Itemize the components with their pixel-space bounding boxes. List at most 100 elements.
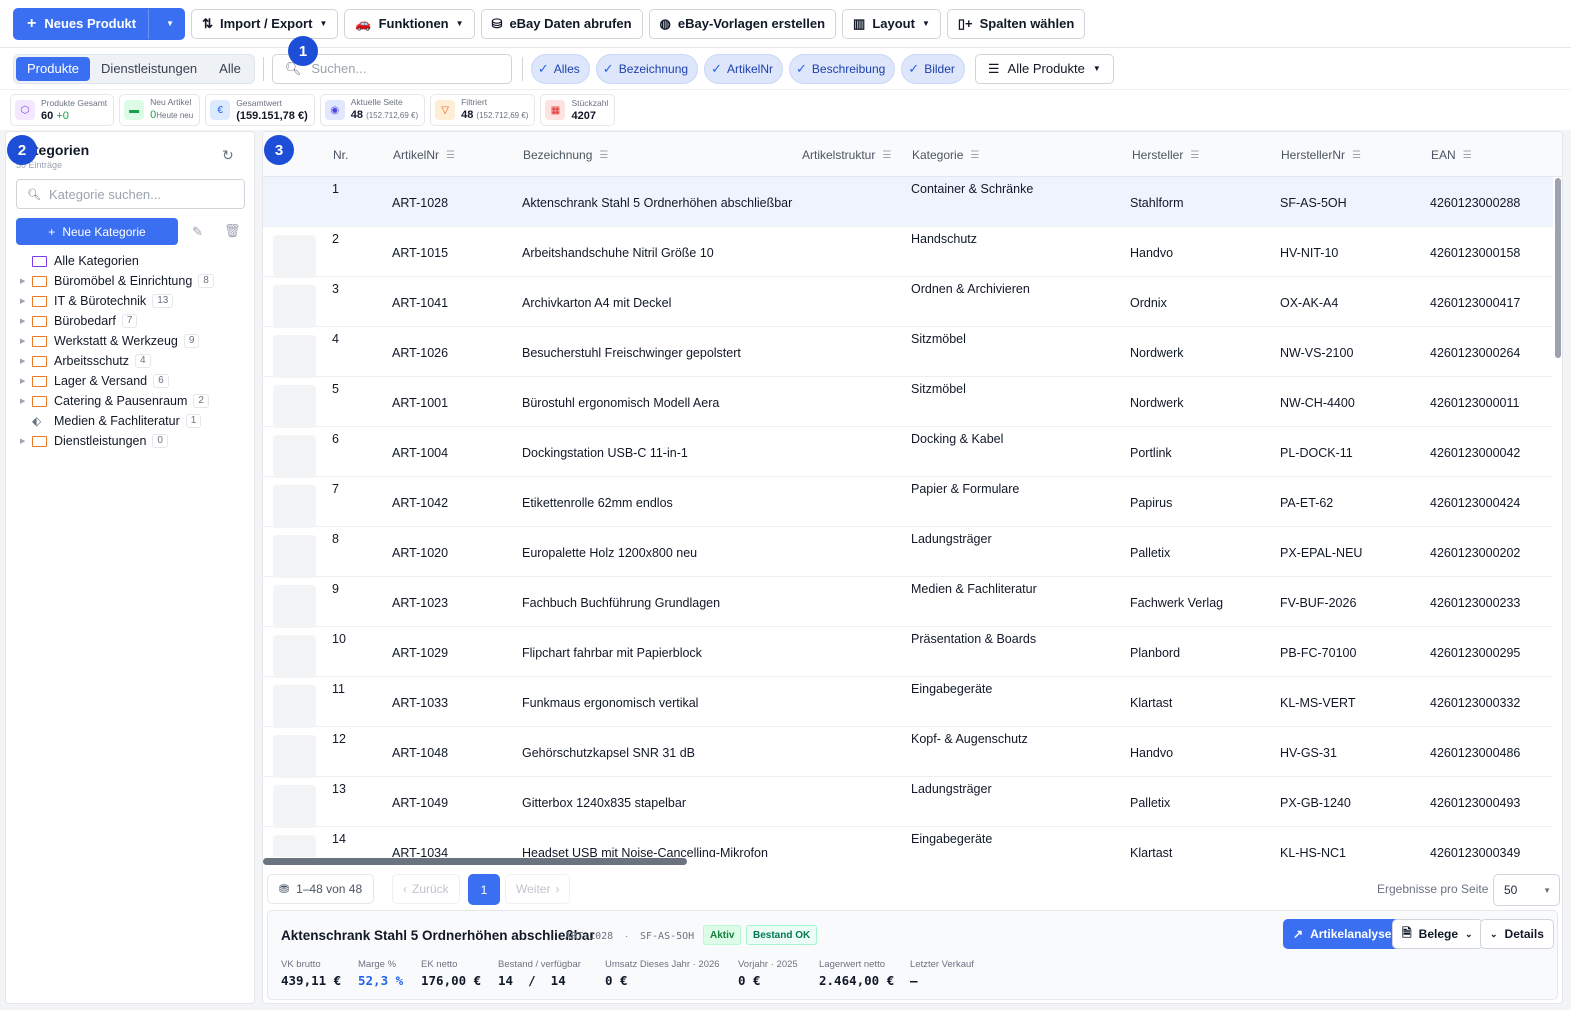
- category-item[interactable]: ▶ Arbeitsschutz 4: [20, 351, 250, 371]
- column-header-artikelnr[interactable]: ArtikelNr ☰: [393, 148, 455, 162]
- trash-icon[interactable]: 🗑︎: [224, 223, 241, 239]
- new-product-dropdown[interactable]: ▼: [156, 9, 184, 39]
- chip-beschreibung[interactable]: ✓ Beschreibung: [789, 53, 896, 84]
- category-item[interactable]: ▶ Büromöbel & Einrichtung 8: [20, 271, 250, 291]
- cell-kategorie: Ladungsträger: [911, 532, 992, 546]
- chevron-right-icon[interactable]: ▶: [20, 377, 32, 385]
- column-header-artikelstruktur[interactable]: Artikelstruktur ☰: [802, 148, 891, 162]
- category-item[interactable]: ▶ IT & Bürotechnik 13: [20, 291, 250, 311]
- horizontal-scrollbar[interactable]: [263, 858, 687, 865]
- filter-icon[interactable]: ☰: [882, 150, 891, 161]
- filter-icon[interactable]: ☰: [1190, 150, 1199, 161]
- product-thumbnail: [273, 235, 316, 278]
- chevron-right-icon[interactable]: ▶: [20, 297, 32, 305]
- category-all[interactable]: Alle Kategorien: [20, 251, 250, 271]
- per-page-select[interactable]: 50 ▼: [1493, 874, 1560, 906]
- stat-value: (159.151,78 €): [236, 109, 308, 122]
- cell-kategorie: Ladungsträger: [911, 782, 992, 796]
- check-icon: ✓: [711, 60, 722, 76]
- next-page-button[interactable]: Weiter ›: [505, 874, 571, 904]
- folder-icon: [32, 315, 47, 327]
- new-category-button[interactable]: + Neue Kategorie: [16, 218, 178, 245]
- chip-bilder[interactable]: ✓ Bilder: [901, 53, 965, 84]
- cell-bezeichnung: Bürostuhl ergonomisch Modell Aera: [522, 396, 720, 410]
- prev-page-button[interactable]: ‹ Zurück: [392, 874, 460, 904]
- dropdown-label: Alle Produkte: [1007, 61, 1085, 76]
- category-item[interactable]: ▶ Dienstleistungen 0: [20, 431, 250, 451]
- folder-icon: [32, 375, 47, 387]
- tab-produkte[interactable]: Produkte: [16, 56, 91, 81]
- details-button[interactable]: ⌄ Details: [1480, 919, 1554, 949]
- filter-icon[interactable]: ☰: [1352, 150, 1361, 161]
- tab-alle[interactable]: Alle: [208, 57, 252, 81]
- chevron-right-icon[interactable]: ▶: [20, 277, 32, 285]
- chevron-right-icon[interactable]: ▶: [20, 317, 32, 325]
- ebay-fetch-button[interactable]: ⛁ eBay Daten abrufen: [480, 8, 643, 39]
- column-header-kategorie[interactable]: Kategorie ☰: [912, 148, 979, 162]
- filter-icon[interactable]: ☰: [446, 150, 455, 161]
- table-row[interactable]: 8 ART-1020 Europalette Holz 1200x800 neu La…: [263, 527, 1553, 578]
- page-1-button[interactable]: 1: [468, 874, 500, 905]
- artikelanalyse-button[interactable]: ↗ Artikelanalyse: [1283, 919, 1402, 949]
- filter-icon[interactable]: ☰: [1463, 150, 1472, 161]
- chip-artikelnr[interactable]: ✓ ArtikelNr: [704, 53, 783, 84]
- column-header-herstellernr[interactable]: HerstellerNr ☰: [1281, 148, 1361, 162]
- table-row[interactable]: 2 ART-1015 Arbeitshandschuhe Nitril Größe …: [263, 227, 1553, 278]
- cell-herstellernr: SF-AS-5OH: [1280, 196, 1347, 210]
- category-label: Catering & Pausenraum: [54, 394, 188, 408]
- column-header-nr[interactable]: Nr.: [333, 148, 348, 162]
- table-row[interactable]: 10 ART-1029 Flipchart fahrbar mit Papierbl…: [263, 627, 1553, 678]
- chevron-right-icon[interactable]: ▶: [20, 337, 32, 345]
- belege-button[interactable]: 🗎 Belege ⌄: [1392, 919, 1483, 949]
- filter-icon[interactable]: ☰: [970, 150, 979, 161]
- category-search-input[interactable]: 🔍︎ Kategorie suchen...: [16, 179, 245, 209]
- car-icon: 🚗: [355, 15, 372, 31]
- layout-button[interactable]: ▥ Layout ▼: [842, 8, 941, 39]
- refresh-icon[interactable]: ↻: [222, 147, 234, 164]
- status-badge: Aktiv: [703, 925, 742, 945]
- table-row[interactable]: 9 ART-1023 Fachbuch Buchführung Grundlagen…: [263, 577, 1553, 628]
- tab-dienstleistungen[interactable]: Dienstleistungen: [90, 57, 208, 81]
- column-header-bezeichnung[interactable]: Bezeichnung ☰: [523, 148, 608, 162]
- vertical-scrollbar[interactable]: [1555, 178, 1561, 358]
- kpi-label: Umsatz Dieses Jahr · 2026: [605, 959, 720, 970]
- new-product-button[interactable]: + Neues Produkt ▼: [13, 7, 186, 40]
- table-row[interactable]: 4 ART-1026 Besucherstuhl Freischwinger gep…: [263, 327, 1553, 378]
- chevron-right-icon[interactable]: ▶: [20, 437, 32, 445]
- import-export-button[interactable]: ⇅ Import / Export ▼: [191, 8, 339, 39]
- column-header-hersteller[interactable]: Hersteller ☰: [1132, 148, 1199, 162]
- funktionen-button[interactable]: 🚗 Funktionen ▼: [344, 8, 475, 39]
- cell-nr: 1: [332, 182, 339, 196]
- category-item[interactable]: ▶ Lager & Versand 6: [20, 371, 250, 391]
- table-row[interactable]: 7 ART-1042 Etikettenrolle 62mm endlos Papie…: [263, 477, 1553, 528]
- chevron-right-icon[interactable]: ▶: [20, 397, 32, 405]
- product-filter-dropdown[interactable]: ☰ Alle Produkte ▼: [974, 53, 1114, 84]
- table-row[interactable]: 3 ART-1041 Archivkarton A4 mit Deckel Ordne…: [263, 277, 1553, 328]
- category-item[interactable]: ▶ Catering & Pausenraum 2: [20, 391, 250, 411]
- category-item[interactable]: ⬖ Medien & Fachliteratur 1: [20, 411, 250, 431]
- product-thumbnail: [273, 385, 316, 428]
- columns-button[interactable]: ▯+ Spalten wählen: [946, 8, 1086, 39]
- ebay-templates-button[interactable]: ◍ eBay-Vorlagen erstellen: [648, 8, 837, 39]
- table-row[interactable]: 6 ART-1004 Dockingstation USB-C 11-in-1 Doc…: [263, 427, 1553, 478]
- header-label: HerstellerNr: [1281, 148, 1346, 162]
- chip-alles[interactable]: ✓ Alles: [530, 53, 590, 84]
- chevron-right-icon[interactable]: ▶: [20, 357, 32, 365]
- caret-down-icon: ▼: [1543, 885, 1551, 895]
- chip-bezeichnung[interactable]: ✓ Bezeichnung: [595, 53, 699, 84]
- table-row[interactable]: 12 ART-1048 Gehörschutzkapsel SNR 31 dB Kop…: [263, 727, 1553, 778]
- header-label: ArtikelNr: [393, 148, 440, 162]
- table-row[interactable]: 13 ART-1049 Gitterbox 1240x835 stapelbar La…: [263, 777, 1553, 828]
- category-item[interactable]: ▶ Bürobedarf 7: [20, 311, 250, 331]
- column-header-ean[interactable]: EAN ☰: [1431, 148, 1472, 162]
- table-row[interactable]: 11 ART-1033 Funkmaus ergonomisch vertikal E…: [263, 677, 1553, 728]
- table-row[interactable]: 5 ART-1001 Bürostuhl ergonomisch Modell Ae…: [263, 377, 1553, 428]
- cell-artikelnr: ART-1042: [392, 496, 449, 510]
- table-row[interactable]: 14 ART-1034 Headset USB mit Noise-Cancelli…: [263, 827, 1553, 857]
- cell-herstellernr: PB-FC-70100: [1280, 646, 1357, 660]
- pencil-icon[interactable]: ✎: [192, 224, 203, 240]
- table-row[interactable]: 1 ART-1028 Aktenschrank Stahl 5 Ordnerhöhe…: [263, 177, 1553, 227]
- filter-icon[interactable]: ☰: [599, 150, 608, 161]
- ebay-fetch-label: eBay Daten abrufen: [509, 16, 632, 31]
- category-item[interactable]: ▶ Werkstatt & Werkzeug 9: [20, 331, 250, 351]
